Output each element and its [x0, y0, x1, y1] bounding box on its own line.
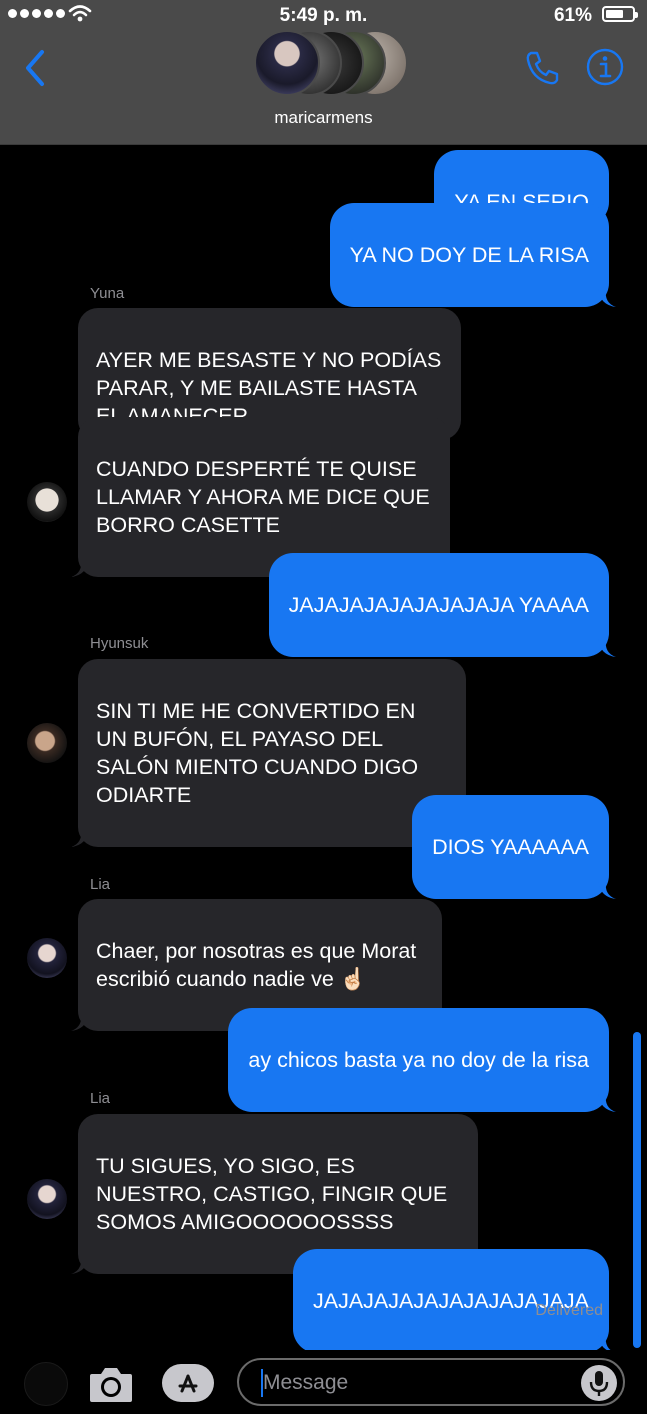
back-chevron-icon[interactable] [20, 48, 50, 88]
camera-icon[interactable] [88, 1364, 134, 1404]
message-input[interactable] [263, 1369, 563, 1397]
sender-avatar[interactable] [27, 723, 67, 763]
app-store-button[interactable] [162, 1364, 214, 1402]
message-text: YA NO DOY DE LA RISA [349, 243, 589, 267]
scrollbar[interactable] [633, 1032, 641, 1348]
bubble-tail [598, 289, 616, 307]
group-member-avatar [254, 30, 320, 96]
outgoing-message[interactable]: DIOS YAAAAAA [412, 795, 616, 899]
bubble-tail [598, 881, 616, 899]
phone-icon[interactable] [522, 48, 562, 88]
bubble-tail [71, 1256, 89, 1274]
bubble-tail [71, 559, 89, 577]
sender-avatar[interactable] [27, 1179, 67, 1219]
bubble-tail [598, 639, 616, 657]
sender-avatar[interactable] [27, 938, 67, 978]
sender-name: Yuna [90, 285, 125, 302]
group-avatar-stack[interactable] [254, 30, 408, 96]
message-text: DIOS YAAAAAA [432, 835, 589, 859]
status-time: 5:49 p. m. [279, 5, 368, 26]
info-icon[interactable] [585, 47, 625, 87]
sender-name: Hyunsuk [90, 635, 149, 652]
app-store-icon [178, 1374, 198, 1393]
message-text: Chaer, por nosotras es que Morat escribi… [96, 939, 417, 991]
message-text: JAJAJAJAJAJAJAJAJA YAAAA [288, 593, 589, 617]
microphone-icon [589, 1371, 609, 1396]
message-text: SIN TI ME HE CONVERTIDO EN UN BUFÓN, EL … [96, 699, 419, 807]
message-text: TU SIGUES, YO SIGO, ES NUESTRO, CASTIGO,… [96, 1154, 448, 1234]
message-text: AYER ME BESASTE Y NO PODÍAS PARAR, Y ME … [96, 348, 442, 428]
outgoing-message[interactable]: ay chicos basta ya no doy de la risa [228, 1008, 616, 1112]
delivered-status: Delivered [535, 1302, 603, 1319]
battery-icon [602, 6, 638, 22]
conversation-header: 5:49 p. m. 61% maricarmens [0, 0, 647, 145]
outgoing-message[interactable]: JAJAJAJAJAJAJAJAJA YAAAA [268, 553, 616, 657]
status-bar: 5:49 p. m. 61% [0, 0, 647, 30]
group-name[interactable]: maricarmens [0, 108, 647, 128]
message-text: ay chicos basta ya no doy de la risa [248, 1048, 589, 1072]
outgoing-message[interactable]: YA NO DOY DE LA RISA [329, 203, 616, 307]
outgoing-message[interactable]: JAJAJAJAJAJAJAJAJAJAJA [293, 1249, 616, 1353]
incoming-message[interactable]: SIN TI ME HE CONVERTIDO EN UN BUFÓN, EL … [71, 659, 466, 847]
bubble-tail [598, 1094, 616, 1112]
effects-button[interactable] [24, 1362, 68, 1406]
bubble-tail [71, 829, 89, 847]
microphone-button[interactable] [581, 1365, 617, 1401]
bubble-tail [71, 1013, 89, 1031]
message-text: CUANDO DESPERTÉ TE QUISE LLAMAR Y AHORA … [96, 457, 430, 537]
sender-avatar[interactable] [27, 482, 67, 522]
message-field[interactable] [237, 1358, 625, 1406]
battery-percent: 61% [553, 5, 592, 26]
composer-bar [0, 1350, 647, 1414]
sender-name: Lia [90, 876, 111, 893]
sender-name: Lia [90, 1090, 111, 1107]
